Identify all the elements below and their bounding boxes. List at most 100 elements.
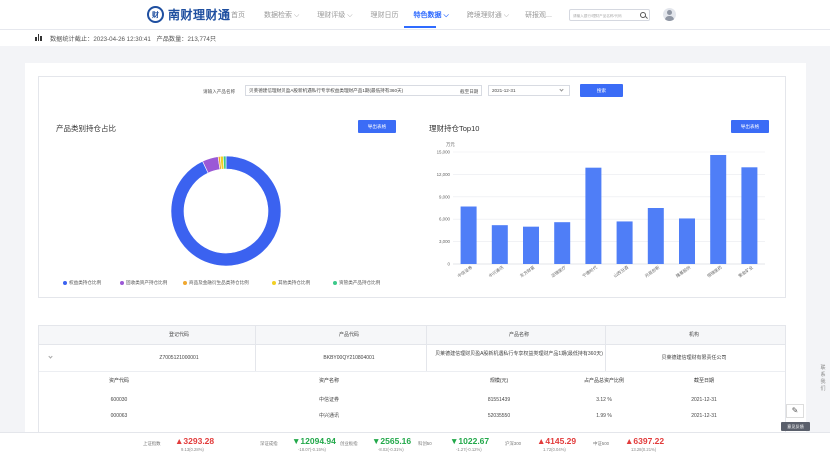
y-tick-label: 15,000	[437, 150, 451, 155]
x-tick-label: 紫金矿业	[737, 264, 755, 279]
edit-icon[interactable]: ✎	[786, 404, 804, 418]
index-change: 13.28(0.21%)	[631, 447, 657, 452]
nav-item[interactable]: 理财评级 ⌵	[317, 10, 352, 20]
asset-code: 000063	[110, 413, 128, 419]
bar[interactable]	[460, 206, 477, 264]
user-avatar-icon[interactable]	[663, 8, 676, 21]
y-tick-label: 12,000	[437, 172, 451, 177]
holdings-table: 登记代码 产品代码 产品名称 机构 Z7005121000001 BKBY00Q…	[38, 325, 786, 435]
product-name-label: 请输入产品名称	[203, 89, 236, 94]
index-change: -8.02(-0.31%)	[378, 447, 404, 452]
legend-item[interactable]: 权益类持仓比例	[63, 280, 101, 286]
asset-date: 2021-12-31	[691, 397, 717, 403]
legend-item[interactable]: 资管类产品持仓比例	[333, 280, 380, 286]
bar[interactable]	[523, 226, 539, 264]
contact-side-tab[interactable]: 联系我们	[816, 365, 830, 393]
legend-dot-icon	[183, 281, 187, 285]
bar[interactable]	[554, 222, 571, 264]
asset-code: 600030	[110, 397, 128, 403]
x-tick-label: 中兴通讯	[487, 263, 505, 279]
nav-item[interactable]: 数据检索 ⌵	[264, 10, 299, 20]
index-name: 创业板指	[340, 441, 358, 446]
legend-dot-icon	[120, 281, 124, 285]
export-top10-button[interactable]: 导出表格	[731, 120, 769, 133]
legend-item[interactable]: 其他类持仓比例	[272, 280, 310, 286]
bar[interactable]	[647, 208, 664, 264]
y-tick-label: 9,000	[439, 194, 451, 199]
export-category-button[interactable]: 导出表格	[358, 120, 396, 133]
data-info-bar: 数据统计截止：2023-04-26 12:30:41 产品数量：213,774只	[0, 30, 830, 46]
index-value: ▲6397.22	[625, 436, 665, 446]
y-tick-label: 3,000	[439, 239, 451, 244]
global-search-input[interactable]	[573, 11, 641, 20]
x-tick-label: 山西汾酒	[612, 264, 630, 279]
bar[interactable]	[616, 221, 633, 264]
y-tick-label: 0	[448, 262, 451, 267]
asset-date: 2021-12-31	[691, 413, 717, 419]
expand-chevron-icon[interactable]	[48, 354, 53, 359]
feedback-button[interactable]: 意见反馈	[781, 422, 810, 431]
legend-dot-icon	[272, 281, 276, 285]
asset-scale: 52035550	[487, 413, 511, 419]
legend-label: 固收类资产持仓比例	[126, 280, 168, 285]
asset-row: 600030 中信证券 81551439 3.12 % 2021-12-31	[39, 393, 785, 409]
asset-name: 中信证券	[318, 397, 339, 403]
asset-table-header: 资产代码 资产名称 规模(元) 占产品总资产比例 截至日期	[39, 377, 785, 393]
logo[interactable]: 财 南财理财通	[147, 6, 231, 23]
date-value: 2021-12-31	[492, 88, 516, 93]
global-search[interactable]	[569, 9, 650, 21]
x-tick-label: 隆基股份	[674, 263, 692, 279]
legend-item[interactable]: 固收类资产持仓比例	[120, 280, 167, 286]
asset-ratio: 1.99 %	[596, 413, 612, 419]
product-name-input[interactable]: 贝莱德建信理财贝盈A股新机遇私行专享权益类理财产品1期(最低持有360天)	[245, 85, 482, 96]
legend-label: 权益类持仓比例	[69, 280, 102, 285]
index-value: ▲3293.28	[175, 436, 215, 446]
bar[interactable]	[741, 167, 758, 264]
register-code-cell: Z7005121000001	[159, 355, 199, 361]
legend-label: 资管类产品持仓比例	[339, 280, 381, 285]
col-scale: 规模(元)	[489, 378, 509, 384]
category-donut-chart	[170, 155, 282, 267]
legend-dot-icon	[63, 281, 67, 285]
index-value: ▼12094.94	[292, 436, 336, 446]
logo-text: 南财理财通	[168, 8, 231, 22]
nav-item[interactable]: 研报观...	[525, 10, 552, 20]
col-product-name: 产品名称	[508, 332, 529, 338]
top10-bar-chart: 万元 0 3,000 6,000 9,000 12,000 15,000 中信证券 中兴通讯 东方…	[437, 142, 765, 279]
search-icon[interactable]	[640, 12, 646, 18]
main-nav: 首页 数据检索 ⌵ 理财评级 ⌵ 理财日历 特色数据 ⌵ 跨境理财通 ⌵ 研报观...	[231, 10, 552, 20]
index-value: ▼2565.16	[372, 436, 412, 446]
donut-slice[interactable]	[170, 155, 282, 267]
x-tick-label: 东方财富	[518, 264, 536, 279]
col-as-of-date: 截至日期	[693, 378, 714, 384]
bar[interactable]	[491, 225, 508, 264]
search-button[interactable]: 搜索	[580, 84, 623, 97]
index-value: ▼1022.67	[450, 436, 490, 446]
col-asset-code: 资产代码	[108, 378, 129, 384]
index-name: 上证指数	[143, 441, 161, 446]
active-nav-underline	[404, 26, 436, 28]
date-select[interactable]: 2021-12-31	[488, 85, 570, 96]
product-name-cell: 贝莱德建信理财贝盈A股新机遇私行专享权益类理财产品1期(最低持有360天)	[435, 351, 603, 357]
nav-item[interactable]: 首页	[231, 10, 245, 20]
x-tick-label: 中信证券	[456, 263, 474, 279]
asset-row: 000063 中兴通讯 52035550 1.99 % 2021-12-31	[39, 409, 785, 425]
nav-item[interactable]: 理财日历	[371, 10, 399, 20]
nav-item[interactable]: 特色数据 ⌵	[414, 10, 449, 20]
index-name: 科创50	[418, 441, 432, 446]
x-tick-label: 迈瑞医疗	[550, 264, 568, 279]
x-tick-label: 兆易创新	[643, 264, 661, 279]
table-row[interactable]: Z7005121000001 BKBY00QY210804001 贝莱德建信理财…	[39, 345, 785, 372]
index-change: -1.27(-0.12%)	[456, 447, 482, 452]
index-name: 沪深300	[505, 441, 522, 446]
bar[interactable]	[710, 154, 727, 264]
index-change: 1.72(0.04%)	[543, 447, 566, 452]
bar[interactable]	[679, 218, 695, 264]
bar[interactable]	[585, 167, 602, 264]
product-code-cell: BKBY00QY210804001	[323, 355, 375, 361]
legend-item[interactable]: 商品及金融衍生品类持仓比例	[183, 280, 249, 286]
donut-slice[interactable]	[222, 155, 227, 170]
nav-item[interactable]: 跨境理财通 ⌵	[467, 10, 509, 20]
table-header: 登记代码 产品代码 产品名称 机构	[39, 326, 785, 345]
index-value: ▲4145.29	[537, 436, 577, 446]
